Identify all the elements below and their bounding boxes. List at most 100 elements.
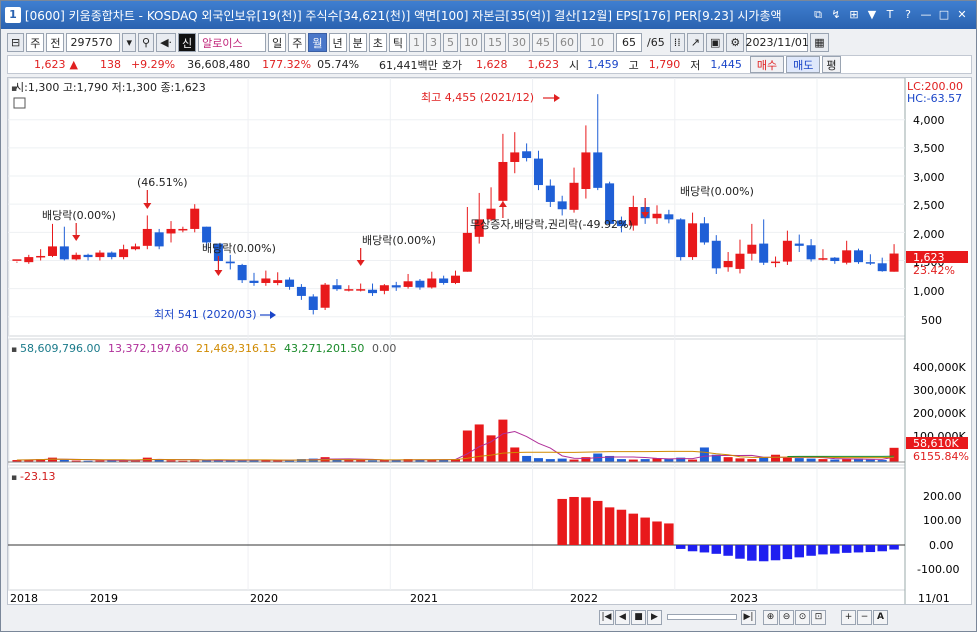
annot-dividend-4: 배당락(0.00%): [680, 185, 754, 198]
split-view-icon[interactable]: ⊟: [7, 33, 25, 52]
minimize-button[interactable]: —: [918, 7, 934, 23]
volume-bar: [735, 458, 745, 462]
candle-body: [522, 151, 532, 159]
pin-icon[interactable]: ▼: [864, 7, 880, 23]
candle-body: [889, 253, 899, 272]
x-end-label: 11/01: [918, 592, 950, 604]
volume-bar: [771, 454, 781, 462]
count-input[interactable]: 65: [616, 33, 643, 52]
stock-name[interactable]: 알로이스: [198, 33, 267, 52]
osc-bar: [699, 545, 710, 553]
buy-button[interactable]: 매수: [749, 56, 785, 73]
osc-bar: [664, 523, 674, 545]
close-button[interactable]: ✕: [954, 7, 970, 23]
zoom-out-icon[interactable]: ⊖: [779, 609, 794, 625]
annot-high: 최고 4,455 (2021/12): [421, 91, 534, 104]
interval-5[interactable]: 5: [443, 33, 459, 52]
period-month[interactable]: 월: [308, 33, 327, 52]
first-icon[interactable]: |◀: [599, 609, 614, 625]
candle-body: [190, 208, 200, 229]
settings-icon[interactable]: ⚙: [726, 33, 745, 52]
candle-body: [688, 223, 698, 258]
candle-body: [735, 253, 745, 269]
legend-toggle-icon[interactable]: ▪: [11, 473, 17, 483]
up-arrow-icon: ▲: [69, 58, 78, 71]
interval-30[interactable]: 30: [508, 33, 531, 52]
zoom-in-icon[interactable]: ⊕: [763, 609, 778, 625]
interval-input[interactable]: 10: [580, 33, 615, 52]
ask-price: 1,628: [476, 58, 508, 71]
candle-body: [450, 275, 461, 283]
maximize-button[interactable]: □: [936, 7, 952, 23]
calendar-icon[interactable]: ▦: [810, 33, 829, 52]
osc-bar: [723, 545, 733, 556]
candle-body: [794, 243, 804, 246]
eval-button[interactable]: 평: [822, 56, 841, 73]
draw-icon[interactable]: ↗: [686, 33, 704, 52]
lightning-icon[interactable]: ↯: [828, 7, 844, 23]
range-mode-select[interactable]: 전: [46, 33, 65, 52]
zoom-reset-icon[interactable]: ⊙: [795, 609, 810, 625]
sound-icon[interactable]: ◀·: [156, 33, 177, 52]
help-icon[interactable]: ?: [900, 7, 916, 23]
period-day[interactable]: 일: [268, 33, 287, 52]
search-icon[interactable]: ⚲: [138, 33, 155, 52]
candle-body: [154, 232, 164, 247]
link-icon[interactable]: ⧉: [810, 7, 826, 23]
add-icon[interactable]: +: [841, 609, 856, 625]
interval-15[interactable]: 15: [484, 33, 507, 52]
interval-45[interactable]: 45: [532, 33, 555, 52]
next-icon[interactable]: ▶: [647, 609, 662, 625]
volume-bar: [498, 419, 508, 462]
auto-icon[interactable]: A: [873, 609, 888, 625]
fit-icon[interactable]: ⊡: [811, 609, 826, 625]
period-second[interactable]: 초: [368, 33, 387, 52]
stock-code-input[interactable]: 297570: [66, 33, 121, 52]
volume-bar: [889, 447, 899, 462]
interval-1[interactable]: 1: [409, 33, 425, 52]
period-year[interactable]: 년: [328, 33, 347, 52]
chart-area[interactable]: 시:1,300 고:1,790 저:1,300 종:1,623 ▪ LC:200…: [7, 77, 972, 605]
prev-icon[interactable]: ◀: [615, 609, 630, 625]
candle-body: [771, 261, 781, 264]
annot-dividend-2: 배당락(0.00%): [202, 242, 276, 255]
market-mode-select[interactable]: 주: [26, 33, 45, 52]
candle-body: [119, 249, 129, 258]
interval-3[interactable]: 3: [426, 33, 442, 52]
volume-bar: [522, 455, 532, 462]
legend-toggle-icon[interactable]: ▪: [11, 345, 17, 355]
candle-body: [806, 245, 816, 260]
osc-bar: [865, 545, 876, 553]
save-icon[interactable]: ▣: [705, 33, 725, 52]
text-icon[interactable]: T: [882, 7, 898, 23]
candle-body: [723, 261, 733, 268]
sell-button[interactable]: 매도: [786, 56, 821, 73]
candle-body: [854, 250, 864, 263]
legend-toggle-icon[interactable]: ▪: [11, 84, 17, 94]
title-bar[interactable]: 1 [0600] 키움종합차트 - KOSDAQ 외국인보유[19(천)] 주식…: [1, 1, 976, 29]
scroll-slider[interactable]: [667, 614, 737, 620]
candle-body: [12, 259, 22, 261]
remove-icon[interactable]: −: [857, 609, 872, 625]
price-panel-frame: [7, 77, 906, 337]
candle-body: [593, 152, 603, 188]
window-number[interactable]: 1: [5, 7, 21, 23]
grid-icon[interactable]: ⁞⁞: [669, 33, 685, 52]
chart-svg[interactable]: 시:1,300 고:1,790 저:1,300 종:1,623 ▪ LC:200…: [7, 77, 971, 605]
date-input[interactable]: 2023/11/01: [746, 33, 809, 52]
annot-dividend-1: 배당락(0.00%): [42, 209, 116, 222]
period-tick[interactable]: 틱: [388, 33, 408, 52]
count-total: /65: [647, 36, 665, 49]
last-icon[interactable]: ▶|: [741, 609, 756, 625]
period-minute[interactable]: 분: [348, 33, 367, 52]
candle-body: [261, 278, 271, 283]
layout-icon[interactable]: ⊞: [846, 7, 862, 23]
x-label: 2020: [250, 592, 278, 604]
stop-icon[interactable]: ■: [631, 609, 646, 625]
interval-10[interactable]: 10: [460, 33, 483, 52]
candle-body: [95, 252, 105, 258]
interval-60[interactable]: 60: [556, 33, 579, 52]
dropdown-icon[interactable]: ▾: [122, 33, 136, 52]
candle-body: [652, 213, 662, 219]
period-week[interactable]: 주: [288, 33, 307, 52]
